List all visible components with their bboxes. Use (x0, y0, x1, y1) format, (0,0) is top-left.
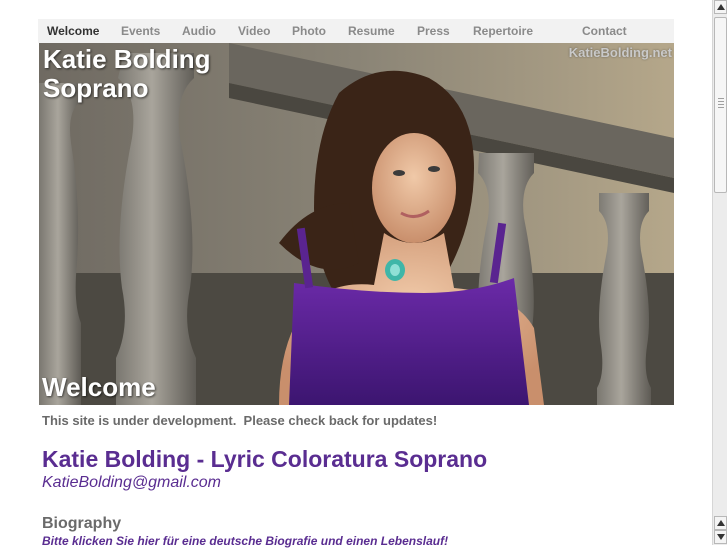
development-notice: This site is under development. Please c… (42, 413, 438, 428)
nav-item-audio[interactable]: Audio (182, 24, 216, 38)
page-heading: Katie Bolding - Lyric Coloratura Soprano (42, 446, 488, 472)
hero-title: Katie Bolding Soprano (43, 45, 211, 103)
nav-item-resume[interactable]: Resume (348, 24, 395, 38)
nav-item-contact[interactable]: Contact (582, 24, 627, 38)
scroll-up-button-lower[interactable] (714, 516, 727, 530)
nav-item-welcome[interactable]: Welcome (47, 24, 99, 38)
scrollbar-thumb[interactable] (714, 17, 727, 193)
arrow-up-icon (717, 4, 725, 10)
arrow-down-icon (717, 534, 725, 540)
german-bio-link[interactable]: Bitte klicken Sie hier für eine deutsche… (42, 534, 448, 548)
main-nav: Welcome Events Audio Video Photo Resume … (38, 19, 674, 43)
email-link[interactable]: KatieBolding@gmail.com (42, 474, 221, 492)
nav-item-press[interactable]: Press (417, 24, 450, 38)
nav-item-photo[interactable]: Photo (292, 24, 326, 38)
hero-caption: Welcome (42, 372, 156, 402)
hero-title-name: Katie Bolding (43, 44, 211, 74)
arrow-up-icon (717, 520, 725, 526)
scroll-down-button[interactable] (714, 530, 727, 544)
hero-title-role: Soprano (43, 73, 149, 103)
biography-heading: Biography (42, 515, 122, 532)
nav-item-repertoire[interactable]: Repertoire (473, 24, 533, 38)
grip-icon (718, 98, 724, 110)
watermark: KatieBolding.net (568, 45, 672, 60)
hero-banner: Katie Bolding Soprano KatieBolding.net W… (39, 43, 674, 405)
vertical-scrollbar[interactable] (712, 0, 727, 545)
scroll-up-button[interactable] (714, 0, 727, 14)
nav-item-events[interactable]: Events (121, 24, 160, 38)
nav-item-video[interactable]: Video (238, 24, 270, 38)
